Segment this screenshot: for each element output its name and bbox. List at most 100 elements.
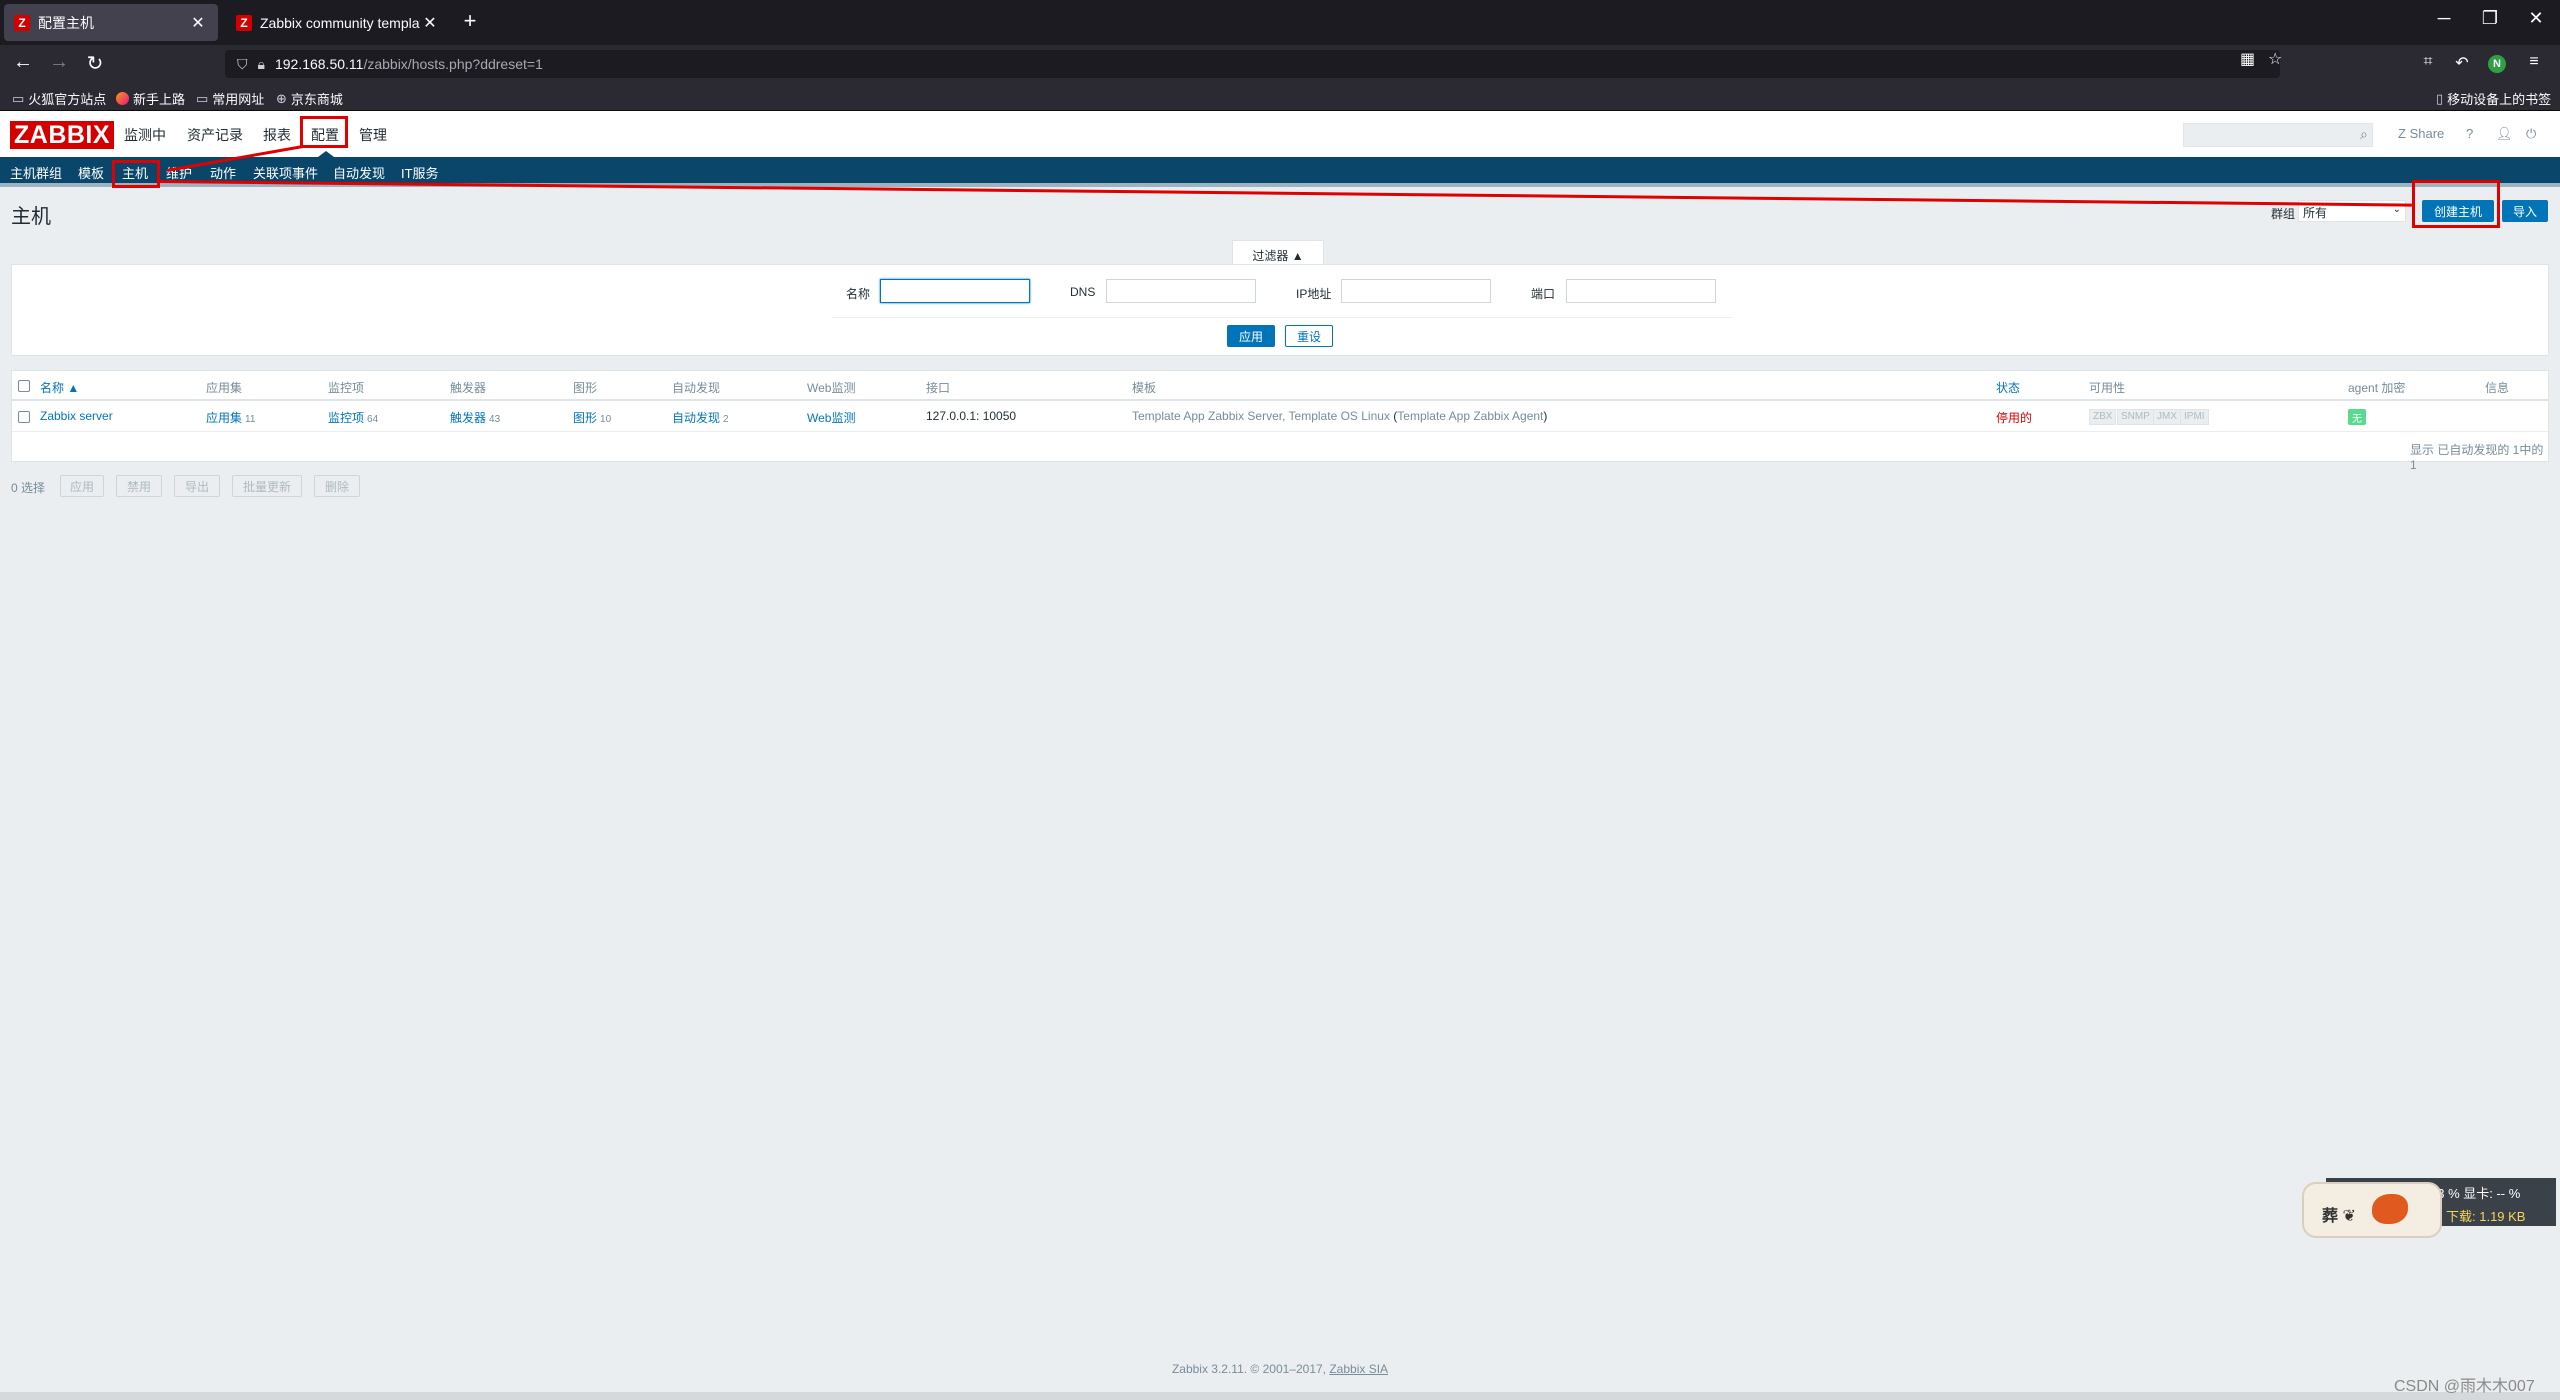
sub-discovery[interactable]: 自动发现 (333, 163, 385, 182)
screenshot-crop-icon[interactable]: ⌗ (2416, 53, 2440, 71)
tab-config-host[interactable]: Z 配置主机 ✕ (4, 4, 218, 41)
tab-community-templates[interactable]: Z Zabbix community templates ✕ (226, 4, 450, 41)
host-name-link[interactable]: Zabbix server (40, 409, 113, 423)
minimize-icon[interactable]: ─ (2424, 8, 2464, 29)
template-link[interactable]: Template App Zabbix Server (1132, 409, 1282, 423)
status-disabled-link[interactable]: 停用的 (1996, 409, 2032, 426)
col-items: 监控项 (328, 381, 365, 395)
sub-it-services[interactable]: IT服务 (401, 163, 439, 182)
url-bar[interactable]: ⛉ 🔒︎ 192.168.50.11/zabbix/hosts.php?ddre… (225, 50, 2280, 78)
page-footer: Zabbix 3.2.11. © 2001–2017, Zabbix SIA (1171, 1362, 1389, 1376)
col-info: 信息 (2485, 381, 2510, 395)
reload-icon[interactable]: ↻ (80, 51, 110, 76)
web-link[interactable]: Web监测 (807, 409, 855, 426)
zabbix-sia-link[interactable]: Zabbix SIA (1329, 1362, 1388, 1376)
import-button[interactable]: 导入 (2502, 200, 2548, 222)
forward-arrow-icon[interactable]: → (44, 51, 74, 74)
search-icon[interactable]: ⌕ (2360, 126, 2368, 143)
shield-icon[interactable]: ⛉ (237, 56, 248, 73)
search-input[interactable] (2183, 123, 2373, 147)
bookmark-firefox-site[interactable]: ▭ 火狐官方站点 (12, 89, 106, 108)
share-link[interactable]: Z Share (2398, 126, 2444, 141)
zabbix-logo[interactable]: ZABBIX (10, 121, 115, 149)
template-link[interactable]: Template OS Linux (1289, 409, 1390, 423)
filter-dns-input[interactable] (1106, 279, 1256, 303)
col-graphs: 图形 (573, 381, 598, 395)
lock-icon[interactable]: 🔒︎ (258, 56, 265, 73)
mass-enable-button[interactable]: 应用 (60, 475, 104, 497)
col-discovery: 自动发现 (672, 381, 721, 395)
filter-tab[interactable]: 过滤器 ▲ (1232, 240, 1324, 264)
back-arrow-icon[interactable]: ← (8, 51, 38, 74)
template-link[interactable]: Template App Zabbix Agent (1397, 409, 1543, 423)
new-tab-plus-icon[interactable]: + (455, 8, 485, 34)
col-web: Web监测 (807, 381, 856, 395)
mass-update-button[interactable]: 批量更新 (232, 475, 302, 497)
avail-zbx-badge: ZBX (2089, 409, 2117, 425)
menu-reports[interactable]: 报表 (263, 125, 291, 145)
mass-delete-button[interactable]: 删除 (314, 475, 360, 497)
url-host: 192.168.50.11 (274, 56, 364, 72)
zabbix-header: ZABBIX 监测中 资产记录 报表 配置 管理 ⌕ Z Share ? 👤︎ … (0, 111, 2560, 157)
bookmark-mobile[interactable]: ▯ 移动设备上的书签 (2436, 89, 2551, 108)
bookmark-star-icon[interactable]: ☆ (2268, 49, 2282, 69)
select-all-checkbox[interactable] (18, 380, 30, 392)
col-applications: 应用集 (206, 381, 243, 395)
filter-dns-label: DNS (1070, 285, 1096, 299)
bookmark-jd[interactable]: ⊕ 京东商城 (276, 89, 343, 108)
row-checkbox[interactable] (18, 411, 30, 423)
items-link[interactable]: 监控项 64 (328, 409, 378, 426)
filter-name-label: 名称 (846, 287, 871, 301)
filter-name-input[interactable] (880, 279, 1030, 303)
restore-icon[interactable]: ❐ (2470, 8, 2510, 29)
extension-icon[interactable]: N (2488, 55, 2506, 73)
filter-ip-input[interactable] (1341, 279, 1491, 303)
mass-disable-button[interactable]: 禁用 (116, 475, 162, 497)
bookmark-getting-started[interactable]: 新手上路 (116, 89, 185, 108)
folder-icon: ▭ (12, 90, 25, 106)
menu-administration[interactable]: 管理 (359, 125, 387, 145)
sub-host-groups[interactable]: 主机群组 (10, 163, 62, 182)
mass-export-button[interactable]: 导出 (174, 475, 220, 497)
window-close-icon[interactable]: ✕ (2516, 8, 2556, 29)
col-templates: 模板 (1132, 381, 1157, 395)
bookmark-common-sites[interactable]: ▭ 常用网址 (196, 89, 264, 108)
logout-power-icon[interactable]: ⏻ (2526, 126, 2536, 142)
annotation-box-config (300, 116, 348, 148)
widget-mascot[interactable]: 葬 ❦ (2302, 1182, 2442, 1238)
col-availability: 可用性 (2089, 381, 2126, 395)
col-name[interactable]: 名称 ▲ (40, 379, 79, 396)
sub-actions[interactable]: 动作 (210, 163, 236, 182)
filter-port-input[interactable] (1566, 279, 1716, 303)
filter-separator (832, 317, 1732, 318)
qr-code-icon[interactable]: ▦ (2240, 49, 2255, 69)
table-paging-info: 显示 已自动发现的 1中的1 (2410, 443, 2544, 472)
close-icon[interactable]: ✕ (188, 13, 208, 33)
menu-monitoring[interactable]: 监测中 (124, 125, 166, 145)
cpu-gpu-readout: 43 % 显卡: -- % (2430, 1186, 2521, 1201)
triggers-link[interactable]: 触发器 43 (450, 409, 500, 426)
sub-templates[interactable]: 模板 (78, 163, 104, 182)
filter-apply-button[interactable]: 应用 (1227, 325, 1275, 347)
undo-icon[interactable]: ↶ (2450, 53, 2474, 73)
selected-count: 0 选择 (11, 481, 46, 495)
menu-hamburger-icon[interactable]: ≡ (2522, 53, 2546, 71)
user-profile-icon[interactable]: 👤︎ (2496, 126, 2513, 142)
fish-icon (2372, 1194, 2408, 1224)
applications-link[interactable]: 应用集 11 (206, 409, 255, 426)
graphs-link[interactable]: 图形 10 (573, 409, 611, 426)
col-status[interactable]: 状态 (1996, 379, 2020, 396)
zabbix-sub-menu: 主机群组 模板 主机 维护 动作 关联项事件 自动发现 IT服务 (0, 157, 2560, 183)
discovery-link[interactable]: 自动发现 2 (672, 409, 729, 426)
download-speed-readout: 下载: 1.19 KB (2446, 1209, 2526, 1224)
filter-panel: 名称 DNS IP地址 端口 应用 重设 (11, 264, 2549, 356)
bookmarks-bar: ▭ 火狐官方站点 新手上路 ▭ 常用网址 ⊕ 京东商城 ▯ 移动设备上的书签 (0, 83, 2560, 111)
filter-reset-button[interactable]: 重设 (1285, 325, 1333, 347)
zabbix-favicon-icon: Z (14, 14, 30, 31)
menu-inventory[interactable]: 资产记录 (187, 125, 243, 145)
close-icon[interactable]: ✕ (420, 13, 440, 33)
page-title: 主机 (11, 206, 51, 228)
sub-correlation[interactable]: 关联项事件 (253, 163, 318, 182)
avail-ipmi-badge: IPMI (2180, 409, 2209, 425)
help-icon[interactable]: ? (2466, 126, 2473, 141)
